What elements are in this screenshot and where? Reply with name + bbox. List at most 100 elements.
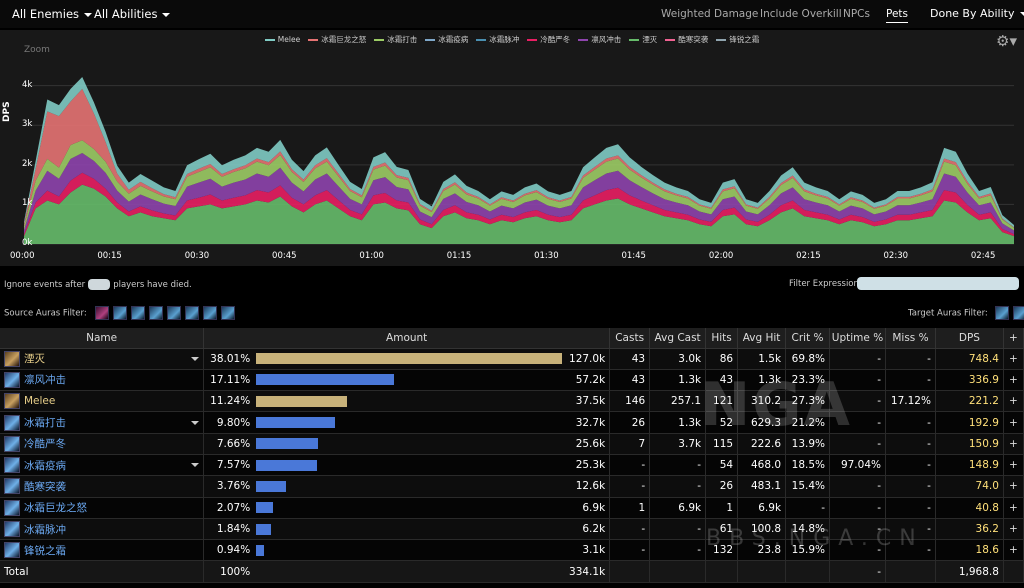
ability-name-cell[interactable]: Melee: [0, 390, 205, 413]
avg-cast-cell: -: [649, 518, 707, 541]
ability-name-cell[interactable]: 冷酷严冬: [0, 433, 205, 455]
players-died-input[interactable]: [88, 279, 111, 290]
filter-expression-label: Filter Expression:: [789, 279, 862, 289]
col-crit[interactable]: Crit %: [785, 328, 831, 349]
amount-bar: [256, 459, 318, 471]
miss-cell: 17.12%: [885, 390, 936, 413]
amount-bar: [256, 502, 273, 514]
uptime-cell: 97.04%: [829, 454, 886, 477]
ability-name[interactable]: 凛风冲击: [24, 372, 66, 387]
aura-icon[interactable]: [1012, 306, 1024, 320]
ability-name-cell[interactable]: 凛风冲击: [0, 369, 205, 392]
x-tick-label: 02:45: [970, 251, 996, 261]
aura-icon[interactable]: [95, 306, 110, 320]
aura-icon[interactable]: [113, 306, 128, 320]
ability-name-cell[interactable]: 湮灭: [0, 348, 205, 370]
chevron-down-icon[interactable]: [191, 356, 200, 361]
ability-name[interactable]: 酷寒突袭: [24, 479, 66, 494]
ability-icon: [4, 414, 20, 431]
chevron-down-icon[interactable]: [191, 463, 200, 468]
dps-cell: 40.8: [935, 497, 1004, 519]
ability-name[interactable]: 冰霜打击: [24, 415, 66, 430]
expand-button[interactable]: +: [1003, 518, 1024, 541]
expand-button[interactable]: +: [1003, 497, 1024, 519]
ability-name-cell[interactable]: 酷寒突袭: [0, 475, 205, 498]
pets-toggle[interactable]: Pets: [886, 8, 909, 23]
expand-button[interactable]: +: [1003, 433, 1024, 455]
col-dps[interactable]: DPS: [935, 328, 1004, 349]
miss-cell: -: [885, 497, 936, 519]
aura-icon[interactable]: [203, 306, 218, 320]
include-overkill-toggle[interactable]: Include Overkill: [760, 8, 842, 20]
ability-icon: [4, 350, 20, 367]
ability-name[interactable]: 锋锐之霜: [24, 543, 66, 558]
expand-button[interactable]: +: [1003, 390, 1024, 413]
ability-name-cell[interactable]: 冰霜疫病: [0, 454, 205, 477]
abilities-dropdown[interactable]: All Abilities: [94, 7, 171, 21]
ability-name-cell[interactable]: 冰霜脉冲: [0, 518, 205, 541]
avg-cast-cell: 1.3k: [649, 411, 707, 434]
table-row[interactable]: 酷寒突袭 3.76% 12.6k - -26 483.1 15.4% - -74.0 +: [0, 475, 1024, 498]
weighted-damage-toggle[interactable]: Weighted Damage: [661, 8, 758, 20]
ability-name[interactable]: 冰霜巨龙之怒: [24, 500, 87, 515]
ability-name[interactable]: 冰霜脉冲: [24, 522, 66, 537]
col-uptime[interactable]: Uptime %: [829, 328, 886, 349]
casts-cell: 1: [609, 497, 651, 519]
aura-icon[interactable]: [994, 306, 1009, 320]
col-amount[interactable]: Amount: [203, 328, 611, 349]
x-tick-label: 02:30: [883, 251, 909, 261]
ability-name-cell[interactable]: 冰霜打击: [0, 411, 205, 434]
table-row[interactable]: 凛风冲击 17.11% 57.2k 43 1.3k 43 1.3k 23.3% - -336.9 +: [0, 369, 1024, 392]
ability-name-cell[interactable]: 锋锐之霜: [0, 539, 205, 562]
ability-name[interactable]: 冰霜疫病: [24, 458, 66, 473]
ability-name-cell[interactable]: 冰霜巨龙之怒: [0, 497, 205, 519]
table-row[interactable]: 冰霜巨龙之怒 2.07% 6.9k 1 6.9k 1 6.9k - - -40.8 +: [0, 497, 1024, 519]
col-miss[interactable]: Miss %: [885, 328, 936, 349]
aura-icon[interactable]: [149, 306, 164, 320]
col-hits[interactable]: Hits: [705, 328, 739, 349]
expand-button[interactable]: +: [1003, 454, 1024, 477]
col-plus[interactable]: +: [1003, 328, 1024, 349]
aura-icon[interactable]: [167, 306, 182, 320]
table-row[interactable]: 冷酷严冬 7.66% 25.6k 7 3.7k 115 222.6 13.9% - -150.9 +: [0, 433, 1024, 455]
chevron-down-icon[interactable]: [191, 420, 200, 425]
avg-hit-cell: 1.5k: [737, 348, 787, 370]
col-name[interactable]: Name: [0, 328, 205, 349]
col-avg-cast[interactable]: Avg Cast: [649, 328, 707, 349]
col-avg-hit[interactable]: Avg Hit: [737, 328, 787, 349]
amount-pct: 0.94%: [216, 544, 251, 557]
aura-icon[interactable]: [185, 306, 200, 320]
expand-button[interactable]: +: [1003, 369, 1024, 392]
aura-icon[interactable]: [221, 306, 236, 320]
table-row[interactable]: 冰霜打击 9.80% 32.7k 26 1.3k 52 629.3 21.2% - -192.9 +: [0, 411, 1024, 434]
ability-name[interactable]: Melee: [24, 395, 55, 407]
ability-icon: [4, 371, 20, 388]
ability-name[interactable]: 冷酷严冬: [24, 436, 66, 451]
dps-cell: 336.9: [935, 369, 1004, 392]
y-tick-label: 3k: [22, 119, 33, 130]
npcs-toggle[interactable]: NPCs: [843, 8, 870, 20]
done-by-dropdown[interactable]: Done By Ability: [930, 7, 1024, 20]
avg-cast-cell: 1.3k: [649, 369, 707, 392]
expand-button[interactable]: +: [1003, 539, 1024, 562]
done-by-label: Done By Ability: [930, 7, 1015, 20]
total-amount-value: 334.1k: [569, 565, 606, 578]
table-row[interactable]: 冰霜疫病 7.57% 25.3k - -54 468.0 18.5% 97.04% -148.9…: [0, 454, 1024, 477]
amount-bar: [256, 523, 271, 535]
target-auras-row: Target Auras Filter:: [908, 306, 1024, 320]
filter-expression-input[interactable]: [857, 277, 1019, 290]
col-casts[interactable]: Casts: [609, 328, 651, 349]
avg-cast-cell: 3.0k: [649, 348, 707, 370]
avg-cast-cell: -: [649, 539, 707, 562]
amount-bar: [256, 353, 563, 365]
expand-button[interactable]: +: [1003, 348, 1024, 370]
expand-button[interactable]: +: [1003, 411, 1024, 434]
casts-cell: 146: [609, 390, 651, 413]
table-row[interactable]: 湮灭 38.01% 127.0k 43 3.0k 86 1.5k 69.8% - -748.4 +: [0, 348, 1024, 370]
enemies-dropdown[interactable]: All Enemies: [12, 7, 93, 21]
ability-name[interactable]: 湮灭: [24, 351, 45, 366]
aura-icon[interactable]: [131, 306, 146, 320]
expand-button[interactable]: +: [1003, 475, 1024, 498]
miss-cell: -: [885, 475, 936, 498]
table-row[interactable]: Melee 11.24% 37.5k 146 257.1 121 310.2 27.3% -17…: [0, 390, 1024, 413]
